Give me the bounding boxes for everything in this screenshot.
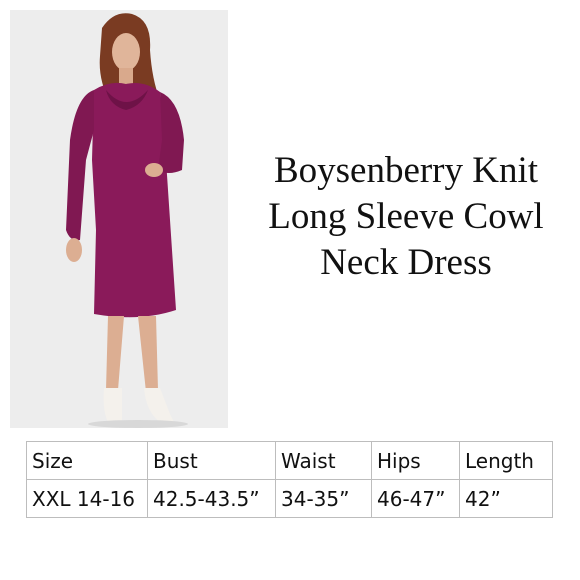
title-line-2: Long Sleeve Cowl <box>268 196 544 237</box>
cell-waist: 34-35” <box>275 479 372 518</box>
cell-bust: 42.5-43.5” <box>147 479 276 518</box>
header-bust: Bust <box>147 441 276 480</box>
cell-hips: 46-47” <box>371 479 460 518</box>
table-row: XXL 14-16 42.5-43.5” 34-35” 46-47” 42” <box>26 479 553 518</box>
title-line-1: Boysenberry Knit <box>273 150 539 191</box>
cell-length: 42” <box>459 479 553 518</box>
product-title: Boysenberry Knit Long Sleeve Cowl Neck D… <box>240 148 572 286</box>
header-waist: Waist <box>275 441 372 480</box>
table-header-row: Size Bust Waist Hips Length <box>26 441 553 480</box>
product-photo <box>10 10 228 428</box>
header-size: Size <box>26 441 148 480</box>
header-length: Length <box>459 441 553 480</box>
header-hips: Hips <box>371 441 460 480</box>
model-wearing-dress-image <box>10 10 228 428</box>
size-chart-table: Size Bust Waist Hips Length XXL 14-16 42… <box>26 441 553 518</box>
title-line-3: Neck Dress <box>320 242 492 283</box>
cell-size: XXL 14-16 <box>26 479 148 518</box>
